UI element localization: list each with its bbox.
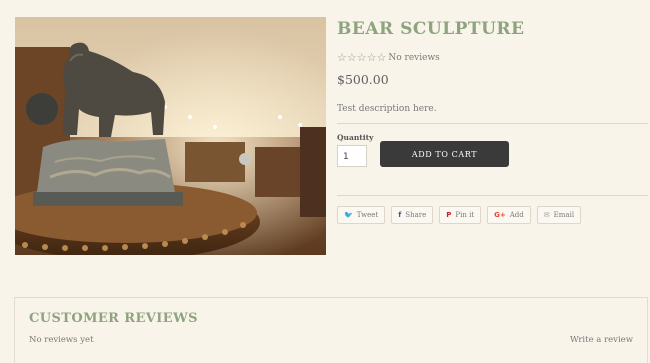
star-outline-icon: ☆ xyxy=(346,51,357,64)
no-reviews-text: No reviews yet xyxy=(29,335,94,345)
star-outline-icon: ☆ xyxy=(376,51,387,64)
twitter-icon: 🐦 xyxy=(344,211,353,219)
product-title: BEAR SCULPTURE xyxy=(337,19,525,39)
pin-it-button[interactable]: P Pin it xyxy=(439,206,482,224)
rating-text: No reviews xyxy=(388,52,440,63)
divider xyxy=(337,195,648,196)
share-label: Share xyxy=(405,211,427,219)
product-price: $500.00 xyxy=(337,72,389,87)
write-review-link[interactable]: Write a review xyxy=(570,335,633,345)
google-plus-button[interactable]: G+ Add xyxy=(487,206,531,224)
star-outline-icon: ☆ xyxy=(366,51,377,64)
google-plus-icon: G+ xyxy=(494,211,506,219)
facebook-icon: f xyxy=(398,211,402,219)
reviews-title: CUSTOMER REVIEWS xyxy=(29,311,198,326)
email-share-button[interactable]: ✉ Email xyxy=(536,206,582,224)
tweet-button[interactable]: 🐦 Tweet xyxy=(337,206,386,224)
customer-reviews-section: CUSTOMER REVIEWS No reviews yet Write a … xyxy=(14,297,648,363)
share-label: Tweet xyxy=(356,211,379,219)
product-photo xyxy=(15,17,326,255)
share-label: Add xyxy=(509,211,524,219)
divider xyxy=(337,123,648,124)
add-to-cart-button[interactable]: ADD TO CART xyxy=(380,141,509,167)
star-outline-icon: ☆ xyxy=(337,51,347,64)
quantity-input[interactable]: 1 xyxy=(337,145,367,167)
star-outline-icon: ☆ xyxy=(356,51,367,64)
product-image[interactable] xyxy=(15,17,326,255)
share-buttons: 🐦 Tweet f Share P Pin it G+ Add ✉ Email xyxy=(337,206,582,224)
product-rating[interactable]: ☆ ☆ ☆ ☆ ☆ No reviews xyxy=(337,52,440,63)
product-description: Test description here. xyxy=(337,104,437,114)
share-label: Email xyxy=(553,211,575,219)
pinterest-icon: P xyxy=(446,211,452,219)
facebook-share-button[interactable]: f Share xyxy=(391,206,434,224)
share-label: Pin it xyxy=(455,211,475,219)
quantity-label: Quantity xyxy=(337,133,374,142)
rating-stars: ☆ ☆ ☆ ☆ ☆ xyxy=(337,52,386,63)
email-icon: ✉ xyxy=(543,211,550,219)
